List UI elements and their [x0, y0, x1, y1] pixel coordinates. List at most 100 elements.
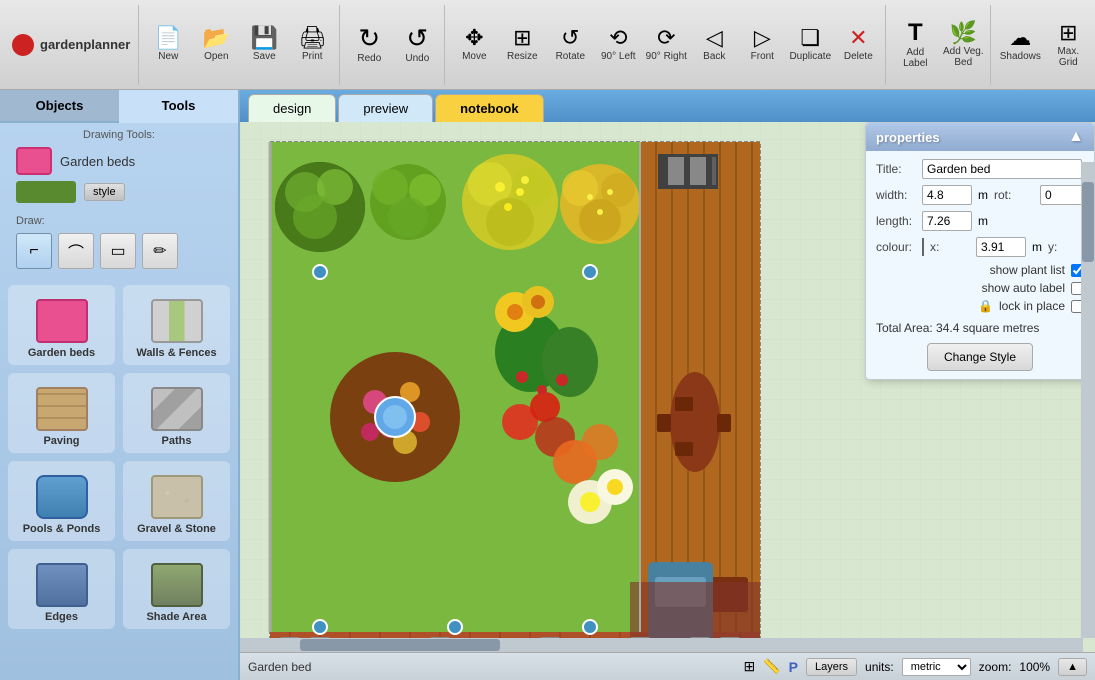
- units-select[interactable]: metric imperial: [902, 658, 971, 676]
- delete-icon: ✕: [849, 27, 867, 49]
- resize-label: Resize: [507, 51, 538, 62]
- add-label-button[interactable]: T Add Label: [892, 10, 938, 80]
- undo-icon: ↺: [406, 25, 428, 51]
- canvas-area[interactable]: properties ▲ Title: width: m rot: 🔗 len: [240, 122, 1095, 680]
- open-label: Open: [204, 51, 228, 62]
- new-icon: 📄: [155, 27, 182, 49]
- delete-button[interactable]: ✕ Delete: [835, 10, 881, 80]
- length-unit: m: [978, 214, 988, 228]
- sidebar-items-grid: Garden beds Walls & Fences Paving Paths …: [0, 277, 238, 637]
- change-style-button[interactable]: Change Style: [927, 343, 1033, 371]
- print-label: Print: [302, 51, 323, 62]
- sidebar-item-pools-ponds[interactable]: Pools & Ponds: [8, 461, 115, 541]
- back-icon: ◁: [706, 27, 723, 49]
- grid-icon: ⊞: [743, 658, 755, 675]
- move-button[interactable]: ✥ Move: [451, 10, 497, 80]
- sidebar-item-paving[interactable]: Paving: [8, 373, 115, 453]
- paving-item-label: Paving: [43, 435, 79, 447]
- lock-in-place-label: lock in place: [999, 299, 1065, 313]
- sidebar-tabs: Objects Tools: [0, 90, 238, 123]
- garden-beds-icon: [36, 299, 88, 343]
- rotate-label: Rotate: [556, 51, 585, 62]
- shade-area-icon: [151, 563, 203, 607]
- garden-beds-preview: Garden beds: [0, 143, 238, 179]
- view-tools-group: ☁ Shadows ⊞ Max. Grid: [993, 5, 1095, 85]
- tab-notebook[interactable]: notebook: [435, 94, 544, 122]
- sidebar-tab-objects[interactable]: Objects: [0, 90, 119, 123]
- title-input[interactable]: [922, 159, 1082, 179]
- colour-swatch[interactable]: [922, 238, 924, 256]
- garden-bed-color-preview: [16, 147, 52, 175]
- shadows-button[interactable]: ☁ Shadows: [997, 10, 1043, 80]
- add-veg-bed-label: Add Veg. Bed: [942, 46, 984, 68]
- show-auto-label-row: show auto label: [876, 281, 1084, 295]
- tab-design[interactable]: design: [248, 94, 336, 122]
- rotate-button[interactable]: ↺ Rotate: [547, 10, 593, 80]
- duplicate-button[interactable]: ❏ Duplicate: [787, 10, 833, 80]
- paths-item-label: Paths: [162, 435, 192, 447]
- duplicate-label: Duplicate: [789, 51, 831, 62]
- walls-fences-icon: [151, 299, 203, 343]
- front-button[interactable]: ▷ Front: [739, 10, 785, 80]
- sidebar-item-gravel-stone[interactable]: Gravel & Stone: [123, 461, 230, 541]
- sidebar-item-shade-area[interactable]: Shade Area: [123, 549, 230, 629]
- max-grid-button[interactable]: ⊞ Max. Grid: [1045, 10, 1091, 80]
- show-auto-label-label: show auto label: [982, 281, 1065, 295]
- front-icon: ▷: [754, 27, 771, 49]
- sidebar-tab-tools[interactable]: Tools: [119, 90, 238, 123]
- x-input[interactable]: [976, 237, 1026, 257]
- add-tools-group: T Add Label 🌿 Add Veg. Bed: [888, 5, 991, 85]
- app-name: gardenplanner: [40, 37, 130, 52]
- style-button[interactable]: style: [84, 183, 125, 201]
- garden-scene: [260, 132, 780, 680]
- resize-button[interactable]: ⊞ Resize: [499, 10, 545, 80]
- rotate90r-button[interactable]: ⟳ 90° Right: [643, 10, 689, 80]
- undo-label: Undo: [405, 53, 429, 64]
- draw-tool-corner[interactable]: ⌐: [16, 233, 52, 269]
- colour-row: colour: x: m y: m: [876, 237, 1084, 257]
- rotate90l-button[interactable]: ⟲ 90° Left: [595, 10, 641, 80]
- sidebar-item-edges[interactable]: Edges: [8, 549, 115, 629]
- width-input[interactable]: [922, 185, 972, 205]
- redo-button[interactable]: ↻ Redo: [346, 10, 392, 80]
- add-veg-bed-button[interactable]: 🌿 Add Veg. Bed: [940, 10, 986, 80]
- properties-collapse-button[interactable]: ▲: [1068, 128, 1084, 146]
- lock-icon: 🔒: [978, 299, 993, 313]
- add-veg-bed-icon: 🌿: [950, 22, 977, 44]
- layers-button[interactable]: Layers: [806, 658, 857, 676]
- edges-item-label: Edges: [45, 611, 78, 623]
- tab-preview[interactable]: preview: [338, 94, 433, 122]
- sidebar-item-paths[interactable]: Paths: [123, 373, 230, 453]
- zoom-increase-button[interactable]: ▲: [1058, 658, 1087, 676]
- length-input[interactable]: [922, 211, 972, 231]
- open-button[interactable]: 📂 Open: [193, 10, 239, 80]
- draw-tool-freehand[interactable]: ✏: [142, 233, 178, 269]
- paving-icon: [36, 387, 88, 431]
- draw-tool-curve[interactable]: ⌒: [58, 233, 94, 269]
- vertical-scrollbar-thumb[interactable]: [1082, 182, 1094, 262]
- back-button[interactable]: ◁ Back: [691, 10, 737, 80]
- new-button[interactable]: 📄 New: [145, 10, 191, 80]
- draw-tool-rect[interactable]: ▭: [100, 233, 136, 269]
- sidebar-item-walls-fences[interactable]: Walls & Fences: [123, 285, 230, 365]
- properties-panel: properties ▲ Title: width: m rot: 🔗 len: [865, 122, 1095, 380]
- shadows-label: Shadows: [1000, 51, 1041, 62]
- x-label: x:: [930, 240, 970, 254]
- zoom-value: 100%: [1019, 660, 1050, 674]
- horizontal-scrollbar[interactable]: [240, 638, 1083, 652]
- undo-button[interactable]: ↺ Undo: [394, 10, 440, 80]
- horizontal-scrollbar-thumb[interactable]: [300, 639, 500, 651]
- properties-body: Title: width: m rot: 🔗 length: m: [866, 151, 1094, 379]
- rotate90r-icon: ⟳: [657, 27, 675, 49]
- zoom-label: zoom:: [979, 660, 1012, 674]
- sidebar-item-garden-beds[interactable]: Garden beds: [8, 285, 115, 365]
- sidebar: Objects Tools Drawing Tools: Garden beds…: [0, 90, 240, 680]
- logo-icon: [12, 34, 34, 56]
- save-button[interactable]: 💾 Save: [241, 10, 287, 80]
- rotate90l-icon: ⟲: [609, 27, 627, 49]
- paths-icon: [151, 387, 203, 431]
- print-button[interactable]: 🖨 Print: [289, 10, 335, 80]
- draw-tools: ⌐ ⌒ ▭ ✏: [0, 229, 238, 277]
- vertical-scrollbar[interactable]: [1081, 162, 1095, 638]
- rotate-icon: ↺: [561, 27, 579, 49]
